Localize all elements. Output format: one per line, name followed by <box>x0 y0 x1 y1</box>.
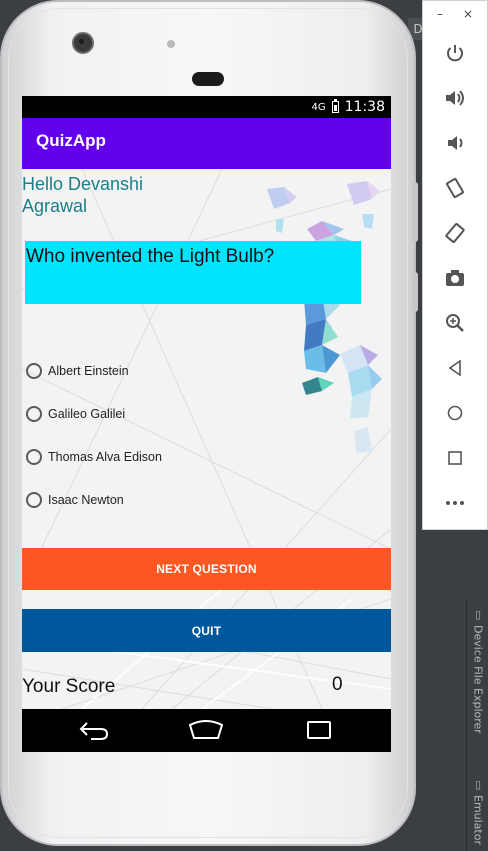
network-indicator: 4G <box>311 101 326 113</box>
status-bar: 4G 11:38 <box>22 96 391 118</box>
device-file-explorer-tab[interactable]: ▯ Device File Explorer <box>467 608 488 734</box>
option-galileo-galilei[interactable]: Galileo Galilei <box>26 402 125 426</box>
back-icon[interactable] <box>443 356 467 380</box>
radio-button[interactable] <box>26 363 42 379</box>
power-key <box>412 272 418 312</box>
overview-icon[interactable] <box>443 446 467 470</box>
earpiece-speaker <box>192 72 224 86</box>
quiz-content: Hello Devanshi Agrawal Who invented the … <box>22 169 391 709</box>
rotate-right-icon[interactable] <box>443 221 467 245</box>
option-label: Isaac Newton <box>48 493 124 507</box>
device-screen: 4G 11:38 QuizApp Hello Devanshi Agrawal … <box>22 96 391 752</box>
next-question-button[interactable]: NEXT QUESTION <box>22 548 391 590</box>
radio-button[interactable] <box>26 492 42 508</box>
more-icon[interactable] <box>443 491 467 515</box>
minimize-button[interactable]: – <box>437 7 443 21</box>
zoom-icon[interactable] <box>443 311 467 335</box>
volume-rocker <box>412 182 418 242</box>
nav-overview-icon[interactable] <box>304 719 334 741</box>
app-title: QuizApp <box>36 131 106 150</box>
battery-icon <box>331 99 339 113</box>
question-text: Who invented the Light Bulb? <box>26 246 275 267</box>
emulator-control-panel: – × <box>422 0 488 530</box>
proximity-sensor <box>167 40 175 48</box>
emulator-icon: ▯ <box>471 778 485 791</box>
radio-button[interactable] <box>26 406 42 422</box>
home-icon[interactable] <box>443 401 467 425</box>
option-albert-einstein[interactable]: Albert Einstein <box>26 359 129 383</box>
radio-button[interactable] <box>26 449 42 465</box>
option-label: Albert Einstein <box>48 364 129 378</box>
score-label: Your Score <box>22 676 116 697</box>
power-icon[interactable] <box>443 41 467 65</box>
clock: 11:38 <box>344 99 385 115</box>
volume-up-icon[interactable] <box>443 86 467 110</box>
ide-side-toolbar: ▯ Device File Explorer ▯ Emulator <box>466 600 488 851</box>
status-icons: 4G 11:38 <box>312 96 385 118</box>
device-icon: ▯ <box>471 608 485 621</box>
score-value: 0 <box>332 674 343 695</box>
option-isaac-newton[interactable]: Isaac Newton <box>26 488 124 512</box>
navigation-bar <box>22 709 391 752</box>
volume-down-icon[interactable] <box>443 131 467 155</box>
greeting-text: Hello Devanshi Agrawal <box>22 174 144 216</box>
rotate-left-icon[interactable] <box>443 176 467 200</box>
nav-home-icon[interactable] <box>188 719 224 741</box>
option-thomas-alva-edison[interactable]: Thomas Alva Edison <box>26 445 162 469</box>
emulator-label: Emulator <box>471 795 485 845</box>
nav-back-icon[interactable] <box>77 719 111 741</box>
app-bar: QuizApp <box>22 118 391 169</box>
camera-icon[interactable] <box>443 266 467 290</box>
front-camera <box>72 32 94 54</box>
option-label: Galileo Galilei <box>48 407 126 421</box>
device-file-explorer-label: Device File Explorer <box>471 625 485 734</box>
close-button[interactable]: × <box>463 7 473 21</box>
option-label: Thomas Alva Edison <box>48 450 162 464</box>
emulator-tab[interactable]: ▯ Emulator <box>467 778 488 845</box>
quit-button[interactable]: QUIT <box>22 609 391 652</box>
question-card: Who invented the Light Bulb? <box>25 241 361 304</box>
emulator-window-controls: – × <box>423 7 487 27</box>
